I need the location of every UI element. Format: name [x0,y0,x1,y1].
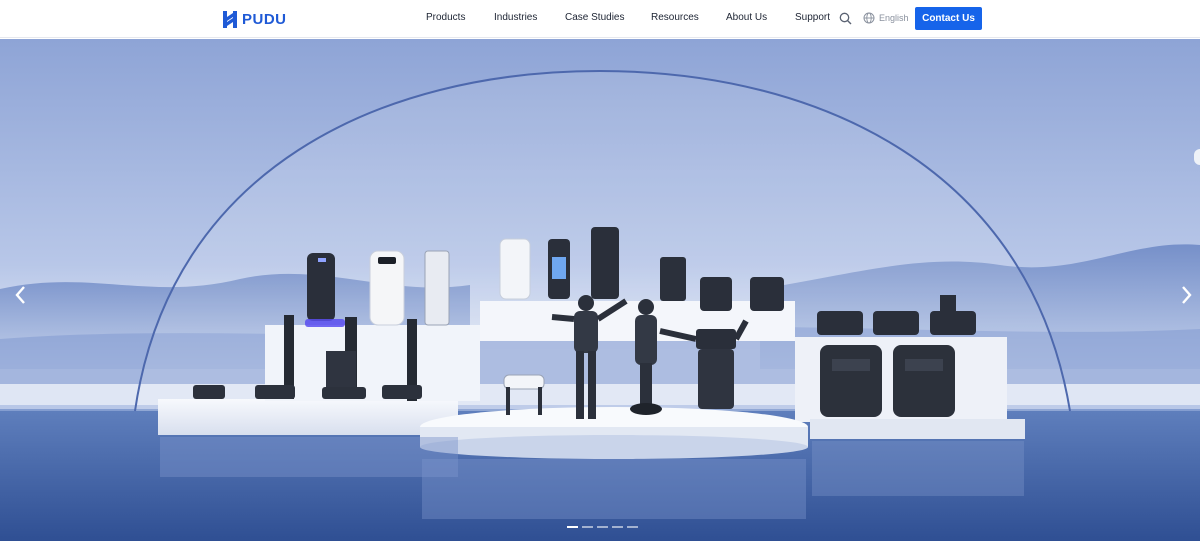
product-lineup-image [0,39,1200,541]
language-selector[interactable]: English [879,13,909,23]
carousel-dot[interactable] [612,526,623,528]
nav-about-us[interactable]: About Us [726,12,767,23]
nav-case-studies[interactable]: Case Studies [565,12,624,23]
globe-icon[interactable] [863,12,875,24]
pudu-logo[interactable]: PUDU [223,9,287,29]
chevron-left-icon[interactable] [12,284,30,306]
nav-resources[interactable]: Resources [651,12,699,23]
contact-us-button[interactable]: Contact Us [915,7,982,30]
hero-carousel [0,39,1200,541]
carousel-dot[interactable] [627,526,638,528]
side-tab-handle[interactable] [1194,149,1200,165]
nav-support[interactable]: Support [795,12,830,23]
nav-products[interactable]: Products [426,12,465,23]
brand-name: PUDU [242,10,287,28]
carousel-dot[interactable] [582,526,593,528]
carousel-pagination [567,526,638,530]
nav-industries[interactable]: Industries [494,12,537,23]
carousel-dot[interactable] [597,526,608,528]
pudu-logo-mark-icon [223,10,237,28]
site-header: PUDU Products Industries Case Studies Re… [0,0,1200,38]
search-icon[interactable] [839,12,852,25]
carousel-dot[interactable] [567,526,578,528]
chevron-right-icon[interactable] [1177,284,1195,306]
